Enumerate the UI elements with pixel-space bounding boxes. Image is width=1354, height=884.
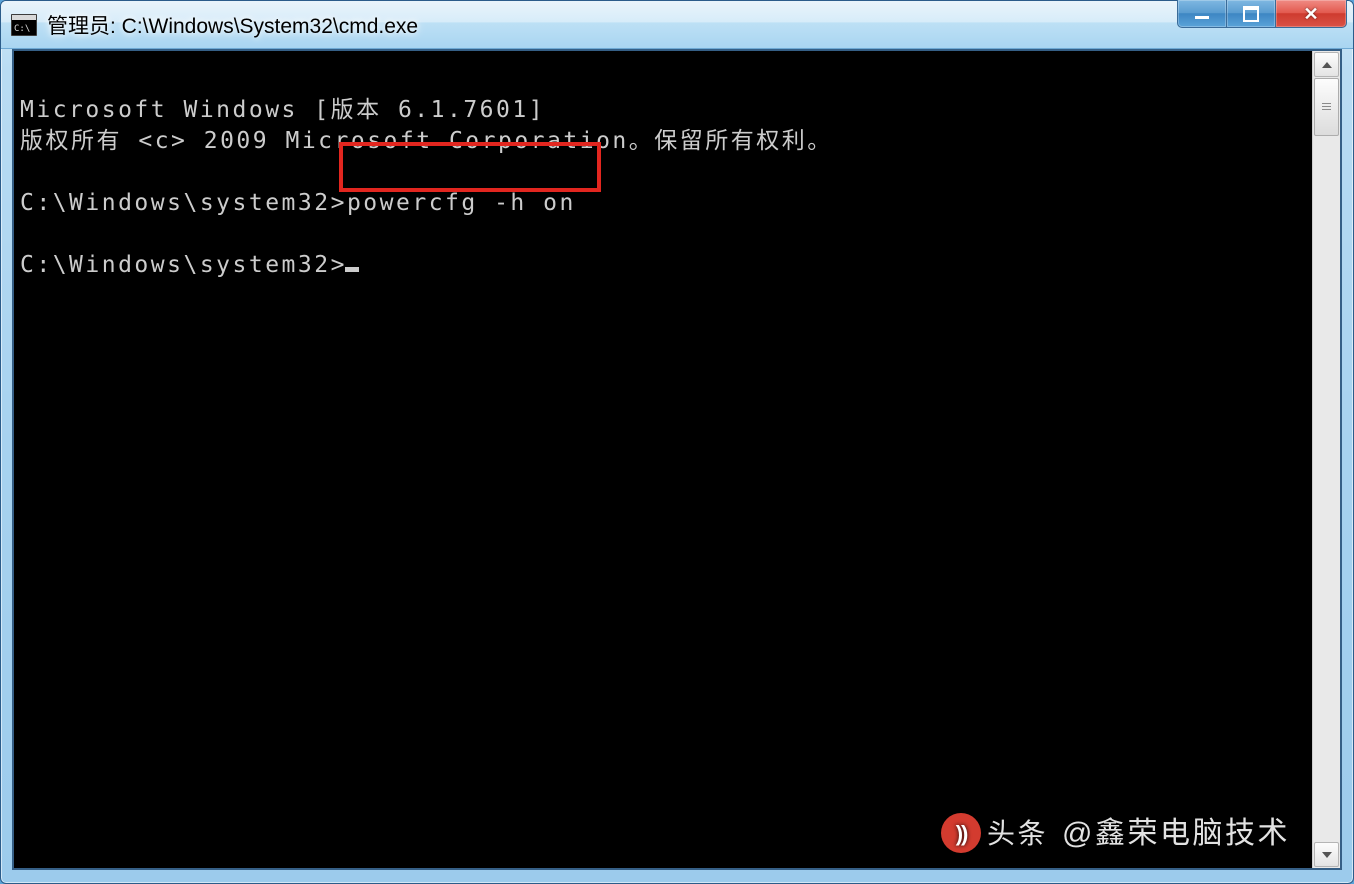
window-title: 管理员: C:\Windows\System32\cmd.exe bbox=[47, 10, 418, 40]
console-prompt-1: C:\Windows\system32>powercfg -h on bbox=[20, 188, 1312, 219]
scroll-up-button[interactable] bbox=[1314, 52, 1339, 77]
console-line-version: Microsoft Windows [版本 6.1.7601] bbox=[20, 95, 1312, 126]
window-frame: C:\ 管理员: C:\Windows\System32\cmd.exe ✕ M… bbox=[0, 0, 1354, 884]
svg-text:C:\: C:\ bbox=[14, 24, 30, 34]
prompt-path: C:\Windows\system32> bbox=[20, 190, 347, 216]
chevron-down-icon bbox=[1322, 852, 1332, 858]
console-line-copyright: 版权所有 <c> 2009 Microsoft Corporation。保留所有… bbox=[20, 126, 1312, 157]
text-cursor bbox=[345, 267, 359, 272]
cmd-icon: C:\ bbox=[11, 14, 37, 36]
watermark-badge: )) 头条 bbox=[941, 813, 1048, 853]
chevron-up-icon bbox=[1322, 62, 1332, 68]
watermark-handle: @鑫荣电脑技术 bbox=[1062, 818, 1290, 849]
minimize-button[interactable] bbox=[1177, 0, 1227, 28]
scrollbar-grip-icon bbox=[1322, 103, 1331, 111]
console-output[interactable]: Microsoft Windows [版本 6.1.7601]版权所有 <c> … bbox=[14, 51, 1312, 868]
scrollbar-thumb[interactable] bbox=[1314, 78, 1339, 136]
entered-command: powercfg -h on bbox=[347, 190, 576, 216]
watermark-brand: 头条 bbox=[987, 818, 1048, 849]
prompt-path: C:\Windows\system32> bbox=[20, 252, 347, 278]
close-button[interactable]: ✕ bbox=[1276, 0, 1347, 28]
console-blank-line bbox=[20, 157, 1312, 188]
console-prompt-2[interactable]: C:\Windows\system32> bbox=[20, 250, 1312, 281]
scrollbar-track[interactable] bbox=[1313, 78, 1340, 841]
maximize-button[interactable] bbox=[1227, 0, 1276, 28]
vertical-scrollbar[interactable] bbox=[1312, 51, 1340, 868]
watermark: )) 头条 @鑫荣电脑技术 bbox=[941, 813, 1290, 853]
toutiao-logo-icon: )) bbox=[941, 813, 981, 853]
titlebar[interactable]: C:\ 管理员: C:\Windows\System32\cmd.exe ✕ bbox=[1, 1, 1353, 49]
console-blank-line bbox=[20, 219, 1312, 250]
scroll-down-button[interactable] bbox=[1314, 842, 1339, 867]
window-controls: ✕ bbox=[1177, 0, 1347, 28]
client-area: Microsoft Windows [版本 6.1.7601]版权所有 <c> … bbox=[12, 49, 1342, 870]
